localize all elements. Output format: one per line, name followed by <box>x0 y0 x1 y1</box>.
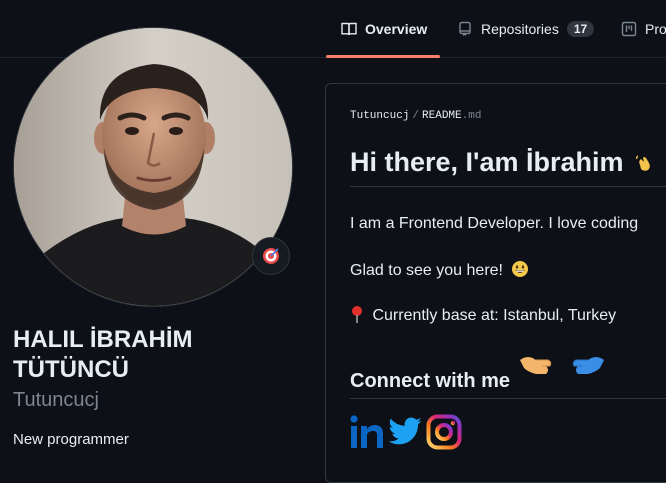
handshake-right-icon <box>572 357 604 374</box>
connect-heading: Connect with me <box>350 370 511 392</box>
repositories-count-badge: 17 <box>566 21 595 37</box>
pushpin-icon <box>352 306 362 323</box>
tab-projects[interactable]: Projects <box>621 0 666 58</box>
profile-username: Tutuncucj <box>13 389 99 411</box>
target-icon <box>263 248 279 264</box>
active-tab-indicator <box>326 55 440 58</box>
instagram-link[interactable] <box>426 414 462 450</box>
readme-file-link[interactable]: README <box>422 110 462 122</box>
readme-heading-text: Hi there, I'am İbrahim <box>350 147 624 177</box>
profile-bio: New programmer <box>13 431 129 448</box>
readme-file-extension: .md <box>461 110 482 122</box>
twitter-link[interactable] <box>387 414 423 450</box>
readme-location-text: Currently base at: Istanbul, Turkey <box>372 307 617 324</box>
avatar-photo <box>14 28 292 306</box>
twitter-icon <box>388 417 422 445</box>
tab-overview-label: Overview <box>365 21 428 37</box>
connect-divider <box>350 398 666 399</box>
avatar[interactable] <box>13 27 293 307</box>
tab-repositories-label: Repositories <box>481 21 559 37</box>
readme-heading: Hi there, I'am İbrahim <box>350 147 655 178</box>
readme-glad-line: Glad to see you here! <box>350 260 529 280</box>
readme-intro: I am a Frontend Developer. I love coding <box>350 215 639 232</box>
readme-location-line: Currently base at: Istanbul, Turkey <box>350 305 616 325</box>
readme-breadcrumb: Tutuncucj / README.md <box>350 110 481 122</box>
repo-icon <box>459 21 471 36</box>
heading-divider <box>350 186 666 187</box>
readme-owner-link[interactable]: Tutuncucj <box>350 110 409 122</box>
breadcrumb-separator: / <box>412 110 420 122</box>
grinning-face-icon <box>512 261 529 277</box>
waving-hand-icon <box>636 155 650 171</box>
tab-overview[interactable]: Overview <box>341 0 427 58</box>
project-icon <box>621 21 637 37</box>
tab-projects-label: Projects <box>645 21 666 37</box>
readme-glad-text: Glad to see you here! <box>350 262 503 279</box>
set-status-button[interactable] <box>252 237 290 275</box>
handshake-left-icon <box>520 357 552 374</box>
linkedin-icon <box>350 415 383 448</box>
book-icon <box>341 22 357 36</box>
profile-full-name: HALIL İBRAHİM TÜTÜNCÜ <box>13 326 193 383</box>
tab-repositories[interactable]: Repositories 17 <box>457 0 595 58</box>
linkedin-link[interactable] <box>349 414 385 450</box>
instagram-icon <box>426 414 462 450</box>
